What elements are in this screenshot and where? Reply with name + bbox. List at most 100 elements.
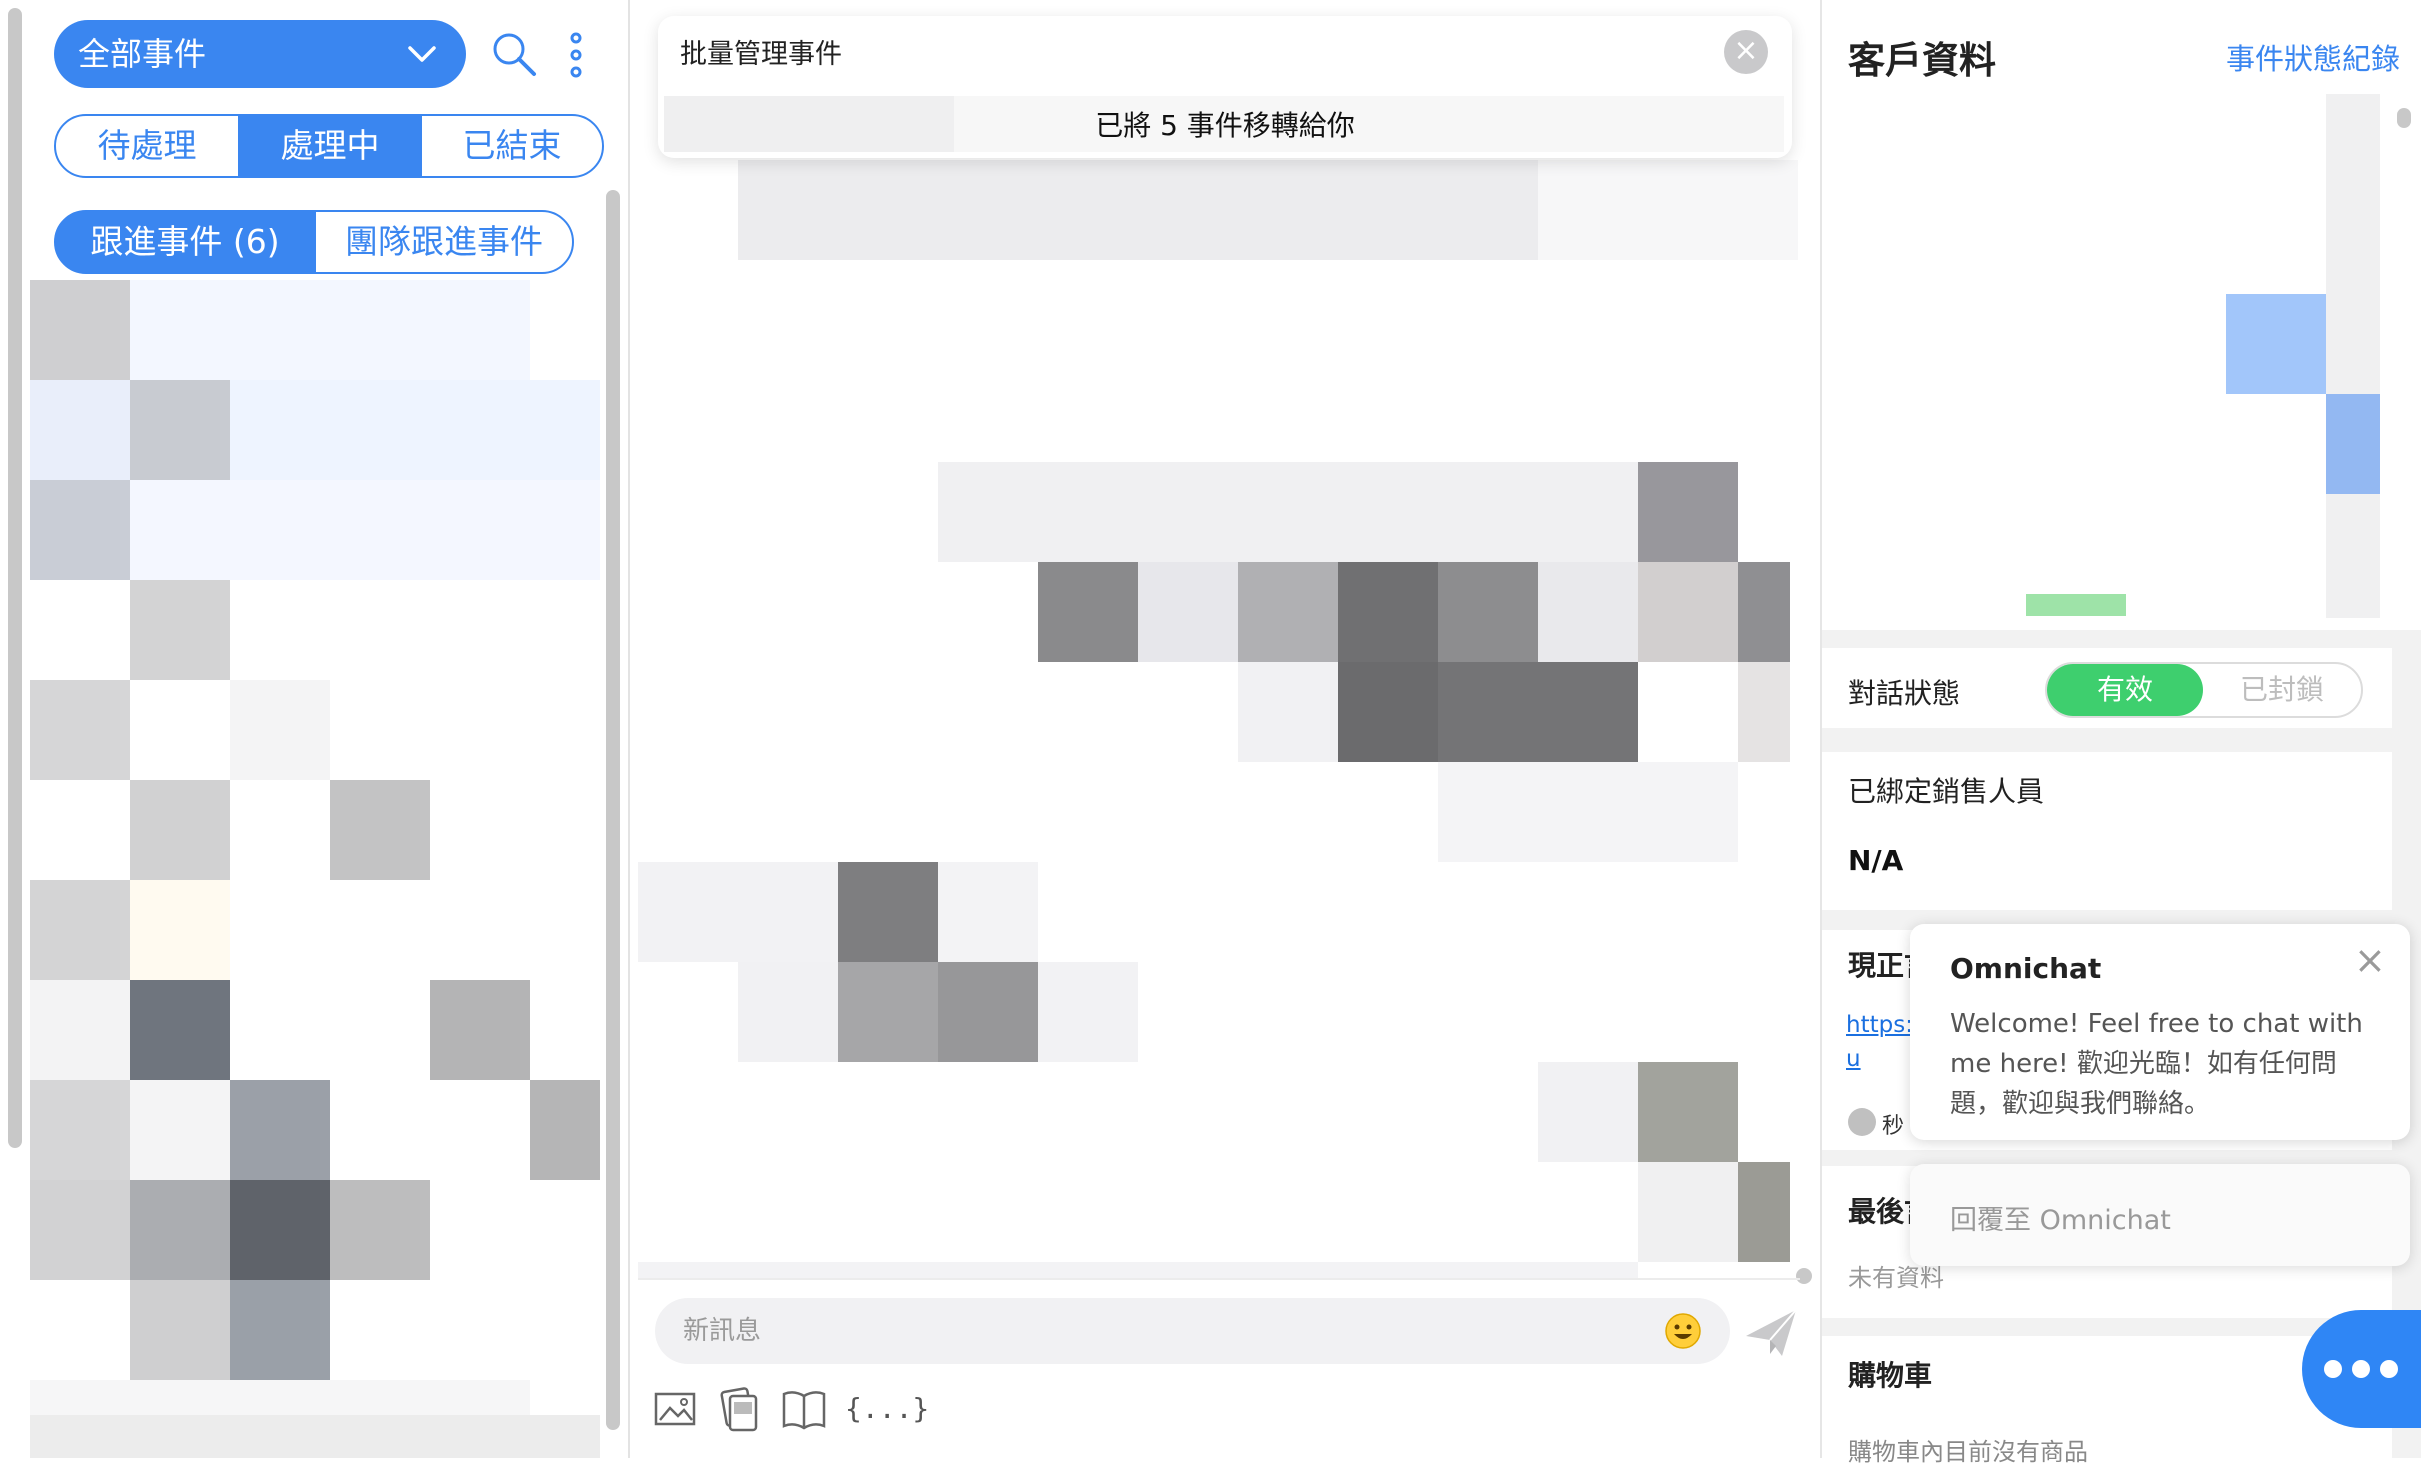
send-icon[interactable] <box>1742 1306 1800 1360</box>
pixel-block <box>30 480 130 580</box>
pixel-block <box>1538 562 1638 662</box>
pixel-block <box>1738 662 1790 762</box>
pixel-block <box>330 1180 430 1280</box>
pixel-block <box>2226 294 2326 394</box>
pixel-block <box>30 980 130 1080</box>
pixel-block <box>1638 562 1738 662</box>
pixel-block <box>2326 394 2380 494</box>
pixel-block <box>130 1180 230 1280</box>
pixel-block <box>230 1280 330 1380</box>
pixel-block <box>30 1180 130 1280</box>
pixel-block <box>738 962 838 1062</box>
pixel-block <box>1638 1062 1738 1162</box>
customer-scrollbar[interactable] <box>2397 108 2411 128</box>
close-icon[interactable]: × <box>2354 938 2386 982</box>
customer-title: 客戶資料 <box>1848 39 1996 82</box>
pixel-block <box>1738 562 1790 662</box>
pixel-block <box>1438 662 1638 762</box>
pixel-block <box>1638 462 1738 562</box>
pixel-block <box>2026 594 2126 616</box>
pixel-block <box>530 1080 600 1180</box>
pixel-block <box>130 780 230 880</box>
bound-sales-label: 已綁定銷售人員 <box>1848 775 2045 808</box>
bound-sales-value: N/A <box>1848 844 1904 877</box>
pixel-block <box>430 980 530 1080</box>
pixel-block <box>738 160 1538 260</box>
pixel-block <box>1638 1162 1738 1262</box>
pixel-block <box>938 862 1038 962</box>
pixel-block <box>30 680 130 780</box>
card-icon[interactable] <box>716 1386 762 1432</box>
cart-empty-text: 購物車內目前沒有商品 <box>1848 1438 2088 1466</box>
pixel-block <box>838 962 938 1062</box>
batch-transfer-message: 已將 5 事件移轉給你 <box>1095 109 1355 142</box>
conversation-status-label: 對話狀態 <box>1848 677 1961 710</box>
pixel-block <box>30 880 130 980</box>
batch-title: 批量管理事件 <box>680 39 842 70</box>
status-valid-option[interactable]: 有效 <box>2047 664 2203 716</box>
pixel-block <box>230 1180 330 1280</box>
pixel-block <box>130 580 230 680</box>
pixel-block <box>1538 160 1798 260</box>
tab-pending[interactable]: 待處理 <box>54 114 240 178</box>
event-list-panel: 全部事件 待處理 處理中 已結束 跟進事件 (6) 團隊跟進事件 <box>0 0 630 1458</box>
pixel-block <box>1338 562 1438 662</box>
pixel-block <box>638 862 838 962</box>
pixel-block <box>938 962 1038 1062</box>
cart-label: 購物車 <box>1848 1359 1933 1392</box>
pixel-block <box>130 1280 230 1380</box>
pixel-block <box>1138 562 1238 662</box>
search-icon[interactable] <box>490 30 538 78</box>
pixel-block <box>1738 1162 1790 1262</box>
tab-processing[interactable]: 處理中 <box>238 114 422 178</box>
status-log-link[interactable]: 事件狀態紀錄 <box>2226 36 2400 78</box>
pixel-block <box>230 1080 330 1180</box>
list-footer <box>30 1415 600 1458</box>
pixel-block <box>1438 762 1738 862</box>
list-scrollbar[interactable] <box>606 190 620 1430</box>
pixel-block <box>30 280 130 380</box>
close-icon[interactable]: × <box>1724 30 1768 74</box>
pixel-block <box>230 680 330 780</box>
pixel-block <box>1338 662 1438 762</box>
current-viewing-time: 秒 <box>1882 1114 1905 1139</box>
pixel-block <box>838 862 938 962</box>
event-filter-dropdown[interactable]: 全部事件 <box>54 20 466 88</box>
tab-closed[interactable]: 已結束 <box>420 114 604 178</box>
omnichat-reply-button[interactable]: 回覆至 Omnichat <box>1910 1164 2410 1266</box>
pixel-block <box>938 462 1638 562</box>
omnichat-title: Omnichat <box>1950 952 2102 985</box>
more-vertical-icon[interactable] <box>566 30 586 80</box>
omnichat-welcome-text: Welcome! Feel free to chat with me here!… <box>1950 1009 2363 1119</box>
pixel-block <box>130 380 230 480</box>
message-input[interactable] <box>655 1298 1730 1364</box>
book-icon[interactable] <box>780 1386 828 1432</box>
pixel-block <box>1038 562 1138 662</box>
outer-scrollbar[interactable] <box>8 8 22 1148</box>
pixel-block <box>2326 94 2380 618</box>
pixel-block <box>1238 562 1338 662</box>
current-viewing-link-tail[interactable]: u <box>1846 1046 1861 1072</box>
omnichat-launcher-button[interactable] <box>2302 1310 2421 1428</box>
emoji-icon[interactable] <box>1664 1312 1702 1350</box>
status-blocked-option[interactable]: 已封鎖 <box>2203 664 2361 716</box>
pixel-block <box>1238 662 1338 762</box>
pixel-block <box>30 380 130 480</box>
pixel-block <box>638 1262 1638 1278</box>
variable-icon[interactable]: {...} <box>845 1386 929 1432</box>
pixel-block <box>30 1080 130 1180</box>
pixel-block <box>1038 962 1138 1062</box>
composer-divider <box>638 1278 1800 1280</box>
chevron-down-icon <box>406 20 438 113</box>
pixel-block <box>1538 1062 1638 1162</box>
image-icon[interactable] <box>652 1386 698 1432</box>
avatar <box>1848 1108 1876 1136</box>
pixel-block <box>130 880 230 980</box>
tab-my-follow[interactable]: 跟進事件 (6) <box>54 210 316 274</box>
pixel-block <box>1438 562 1538 662</box>
pixel-block <box>330 780 430 880</box>
tab-team-follow[interactable]: 團隊跟進事件 <box>314 210 574 274</box>
batch-manage-popup: 批量管理事件 × 已將 5 事件移轉給你 <box>658 16 1792 158</box>
pixel-block <box>130 980 230 1080</box>
conversation-scrollbar[interactable] <box>1796 1268 1812 1284</box>
